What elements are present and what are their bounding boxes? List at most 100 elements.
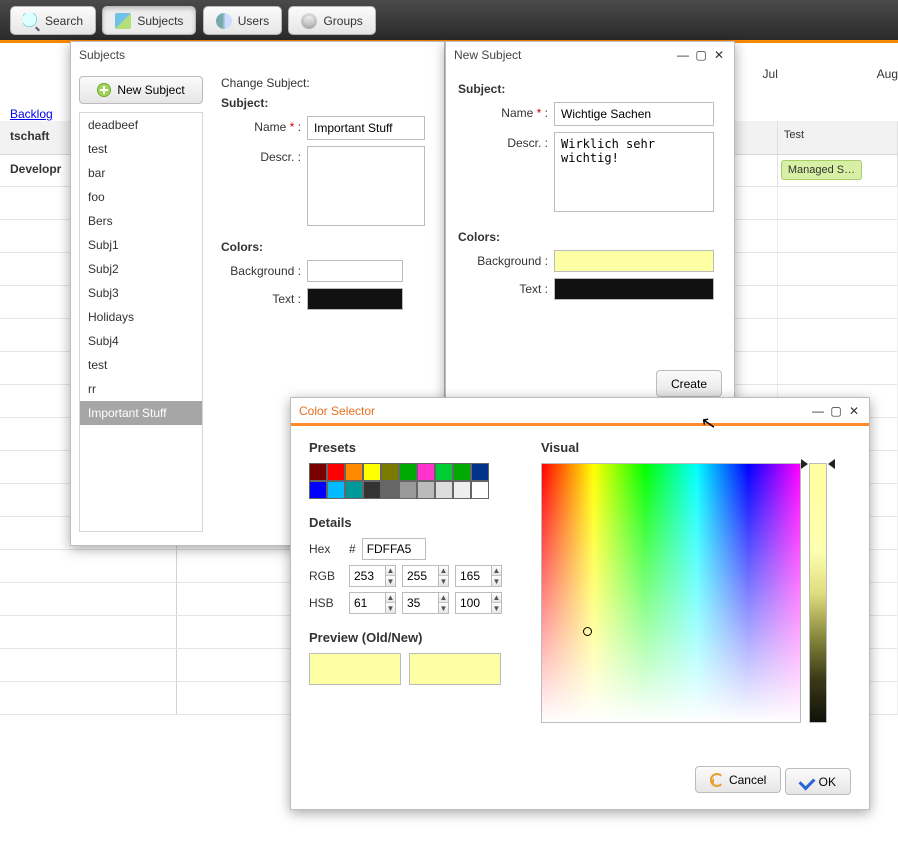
- spinner[interactable]: ▲▼: [385, 592, 396, 614]
- text-swatch[interactable]: [307, 288, 403, 310]
- new-subject-label: New Subject: [117, 83, 184, 97]
- subject-section-label-new: Subject:: [458, 82, 722, 96]
- color-selector-window: Color Selector — ▢ ✕ Presets Details Hex…: [290, 397, 870, 810]
- subjects-window-titlebar[interactable]: Subjects: [71, 42, 444, 68]
- card-managed-2[interactable]: Managed S…: [781, 160, 862, 180]
- new-subject-button[interactable]: New Subject: [79, 76, 203, 104]
- preset-swatch[interactable]: [309, 481, 327, 499]
- search-button[interactable]: Search: [10, 6, 96, 35]
- spinner[interactable]: ▲▼: [491, 565, 502, 587]
- subjects-button[interactable]: Subjects: [102, 6, 196, 35]
- preset-swatch[interactable]: [363, 481, 381, 499]
- groups-icon: [301, 13, 317, 29]
- minimize-icon[interactable]: —: [676, 48, 690, 62]
- preset-swatch[interactable]: [471, 463, 489, 481]
- list-item[interactable]: test: [80, 353, 202, 377]
- month-aug: Aug: [778, 67, 898, 81]
- details-heading: Details: [309, 515, 509, 530]
- list-item[interactable]: bar: [80, 161, 202, 185]
- backlog-link[interactable]: Backlog: [10, 107, 53, 121]
- users-icon: [216, 13, 232, 29]
- preset-swatch[interactable]: [471, 481, 489, 499]
- descr-input[interactable]: [307, 146, 425, 226]
- change-subject-heading: Change Subject:: [221, 76, 434, 90]
- list-item[interactable]: Important Stuff: [80, 401, 202, 425]
- maximize-icon[interactable]: ▢: [829, 404, 843, 418]
- preset-swatch[interactable]: [417, 463, 435, 481]
- create-button[interactable]: Create: [656, 370, 722, 397]
- close-icon[interactable]: ✕: [847, 404, 861, 418]
- cancel-label: Cancel: [729, 773, 766, 787]
- rgb-r-input[interactable]: [349, 565, 385, 587]
- name-input-new[interactable]: [554, 102, 714, 126]
- text-label: Text :: [221, 288, 307, 306]
- minimize-icon[interactable]: —: [811, 404, 825, 418]
- groups-button[interactable]: Groups: [288, 6, 375, 35]
- maximize-icon[interactable]: ▢: [694, 48, 708, 62]
- text-swatch-new[interactable]: [554, 278, 714, 300]
- subject-section-label: Subject:: [221, 96, 434, 110]
- descr-label-new: Descr. :: [458, 132, 554, 150]
- preset-swatch[interactable]: [327, 481, 345, 499]
- list-item[interactable]: test: [80, 137, 202, 161]
- bg-swatch-new[interactable]: [554, 250, 714, 272]
- preview-new: [409, 653, 501, 685]
- new-subject-titlebar[interactable]: New Subject — ▢ ✕: [446, 42, 734, 68]
- preset-swatch[interactable]: [453, 463, 471, 481]
- spinner[interactable]: ▲▼: [491, 592, 502, 614]
- bg-swatch[interactable]: [307, 260, 403, 282]
- users-label: Users: [238, 14, 269, 28]
- hue-slider[interactable]: [809, 463, 827, 723]
- preset-swatch[interactable]: [363, 463, 381, 481]
- rgb-b-input[interactable]: [455, 565, 491, 587]
- users-button[interactable]: Users: [203, 6, 282, 35]
- hsb-b-input[interactable]: [455, 592, 491, 614]
- preset-swatch[interactable]: [399, 481, 417, 499]
- presets-grid: [309, 463, 491, 499]
- search-icon: [23, 13, 39, 29]
- list-item[interactable]: deadbeef: [80, 113, 202, 137]
- ok-button[interactable]: OK: [785, 768, 851, 795]
- preset-swatch[interactable]: [435, 463, 453, 481]
- spinner[interactable]: ▲▼: [438, 565, 449, 587]
- colors-section-label: Colors:: [221, 240, 434, 254]
- groups-label: Groups: [323, 14, 362, 28]
- preset-swatch[interactable]: [345, 481, 363, 499]
- saturation-value-picker[interactable]: [541, 463, 801, 723]
- subjects-label: Subjects: [137, 14, 183, 28]
- spinner[interactable]: ▲▼: [385, 565, 396, 587]
- descr-input-new[interactable]: Wirklich sehr wichtig!: [554, 132, 714, 212]
- hex-input[interactable]: [362, 538, 426, 560]
- preset-swatch[interactable]: [327, 463, 345, 481]
- cancel-button[interactable]: Cancel: [695, 766, 781, 793]
- text-label-new: Text :: [458, 278, 554, 296]
- list-item[interactable]: rr: [80, 377, 202, 401]
- list-item[interactable]: Bers: [80, 209, 202, 233]
- name-input[interactable]: [307, 116, 425, 140]
- list-item[interactable]: Subj3: [80, 281, 202, 305]
- color-selector-titlebar[interactable]: Color Selector — ▢ ✕: [291, 398, 869, 426]
- close-icon[interactable]: ✕: [712, 48, 726, 62]
- preset-swatch[interactable]: [309, 463, 327, 481]
- color-selector-title: Color Selector: [299, 404, 811, 418]
- hex-label: Hex: [309, 542, 343, 556]
- preset-swatch[interactable]: [381, 463, 399, 481]
- list-item[interactable]: Subj2: [80, 257, 202, 281]
- list-item[interactable]: Subj1: [80, 233, 202, 257]
- preset-swatch[interactable]: [435, 481, 453, 499]
- preset-swatch[interactable]: [417, 481, 435, 499]
- preset-swatch[interactable]: [453, 481, 471, 499]
- subjects-list[interactable]: deadbeeftestbarfooBersSubj1Subj2Subj3Hol…: [79, 112, 203, 532]
- rgb-g-input[interactable]: [402, 565, 438, 587]
- top-toolbar: Search Subjects Users Groups: [0, 0, 898, 43]
- name-label: Name: [254, 120, 286, 134]
- hsb-h-input[interactable]: [349, 592, 385, 614]
- hsb-s-input[interactable]: [402, 592, 438, 614]
- preset-swatch[interactable]: [381, 481, 399, 499]
- list-item[interactable]: foo: [80, 185, 202, 209]
- list-item[interactable]: Subj4: [80, 329, 202, 353]
- preset-swatch[interactable]: [399, 463, 417, 481]
- list-item[interactable]: Holidays: [80, 305, 202, 329]
- spinner[interactable]: ▲▼: [438, 592, 449, 614]
- preset-swatch[interactable]: [345, 463, 363, 481]
